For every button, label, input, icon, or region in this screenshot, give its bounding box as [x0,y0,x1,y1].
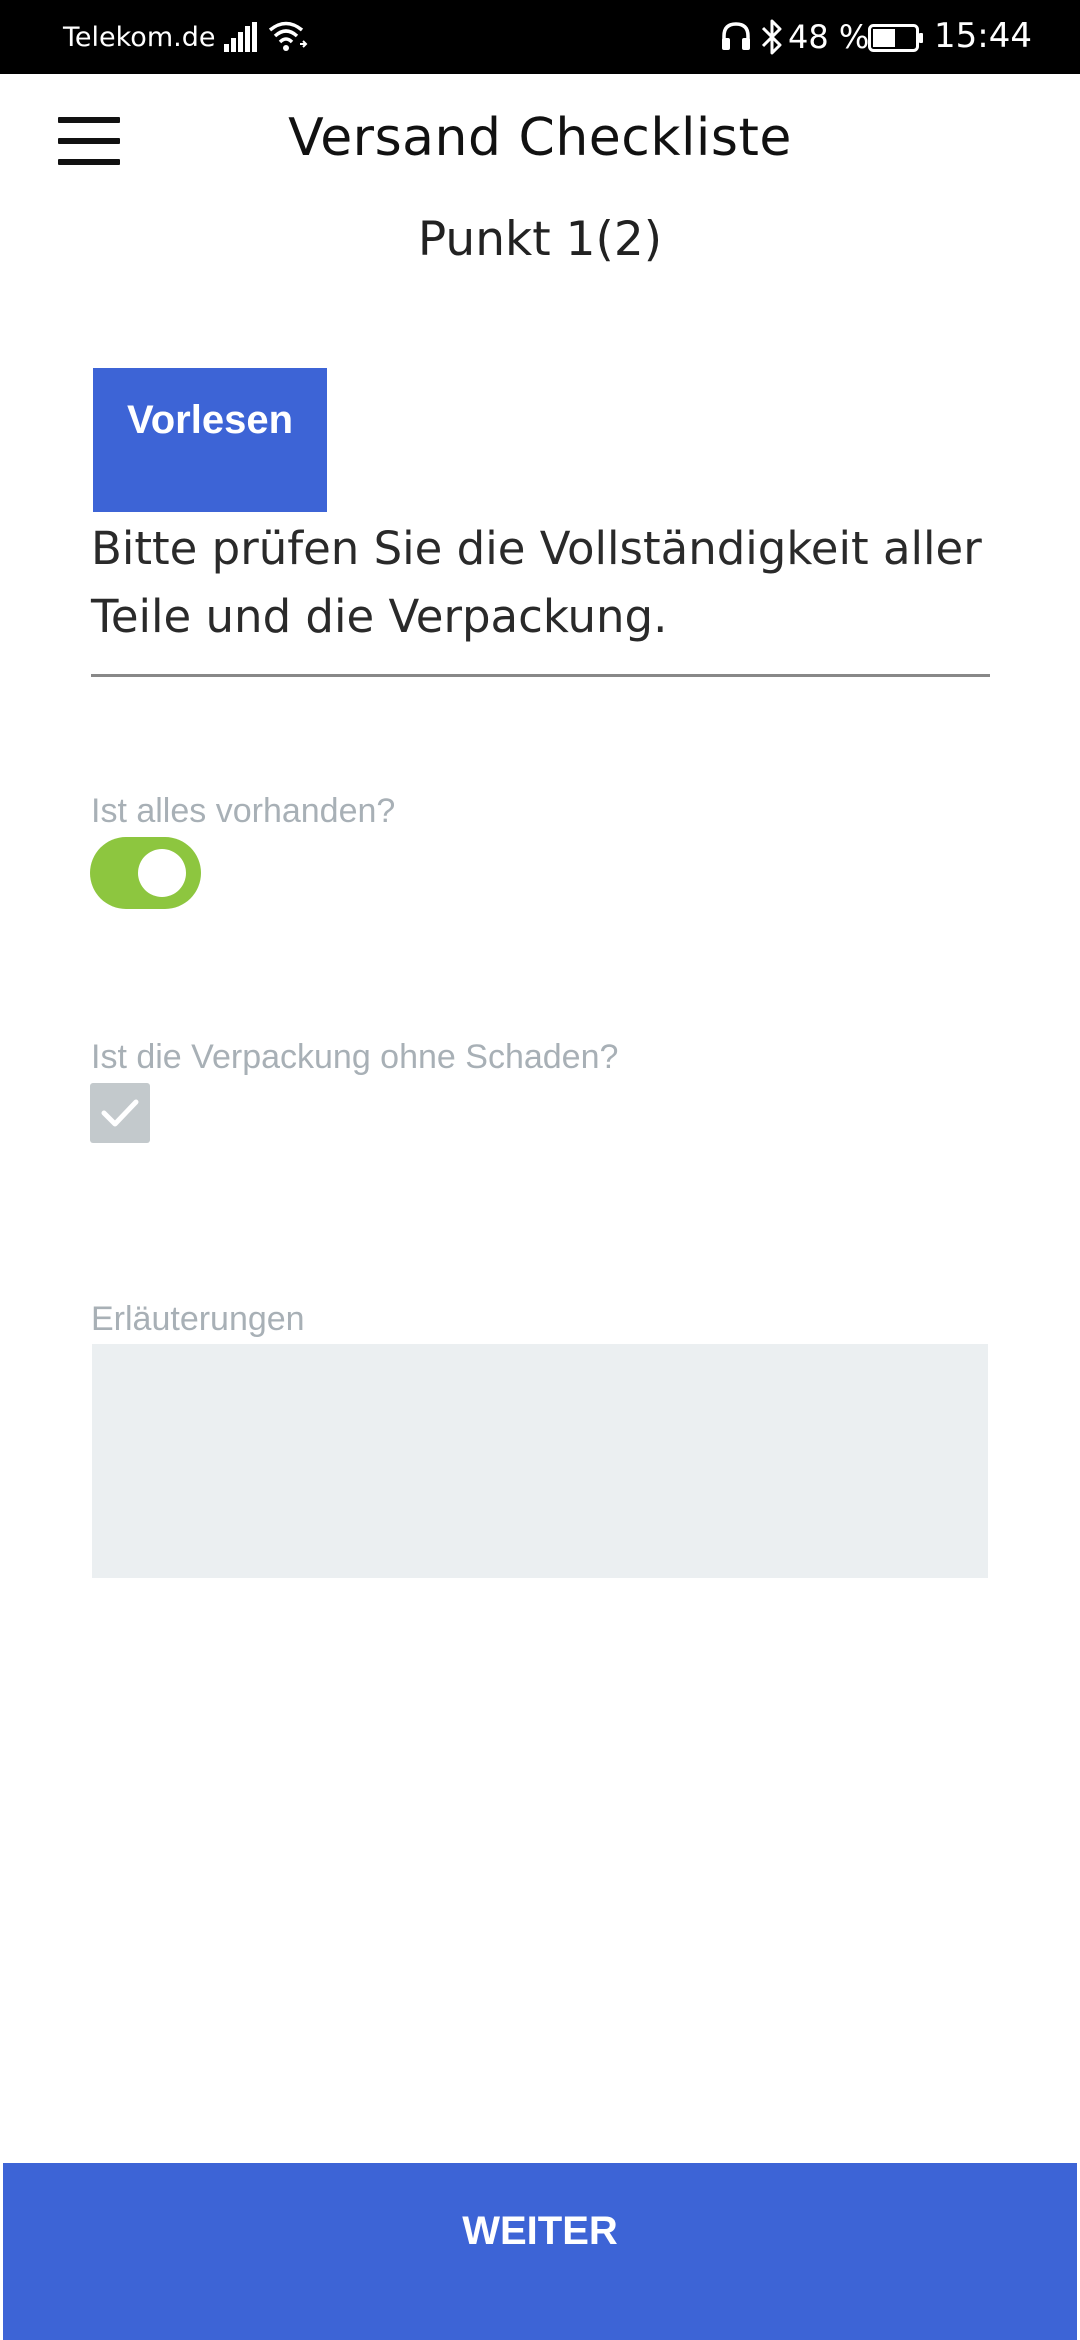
battery-percent: 48 % [788,18,870,56]
bluetooth-icon [761,19,782,55]
checkmark-icon [101,1099,139,1127]
wifi-icon [268,21,308,51]
next-button[interactable]: WEITER [3,2163,1077,2340]
headset-icon [722,22,750,50]
battery-icon [868,24,923,52]
clock-time: 15:44 [934,16,1032,56]
read-aloud-button[interactable]: Vorlesen [93,368,327,512]
question-label-packaging: Ist die Verpackung ohne Schaden? [91,1038,619,1076]
complete-toggle[interactable] [90,837,201,909]
instruction-text: Bitte prüfen Sie die Vollständigkeit all… [91,522,982,643]
divider [91,674,990,677]
page-subtitle: Punkt 1(2) [417,212,663,267]
status-bar: Telekom.de 48 % 15:44 [0,0,1080,74]
signal-icon [224,22,257,52]
toggle-knob [138,849,186,897]
notes-textarea[interactable] [92,1344,988,1578]
packaging-checkbox[interactable] [90,1083,150,1143]
question-label-complete: Ist alles vorhanden? [91,792,396,830]
notes-label: Erläuterungen [91,1300,305,1338]
carrier-name: Telekom.de [63,22,216,53]
page-title: Versand Checkliste [288,108,792,168]
